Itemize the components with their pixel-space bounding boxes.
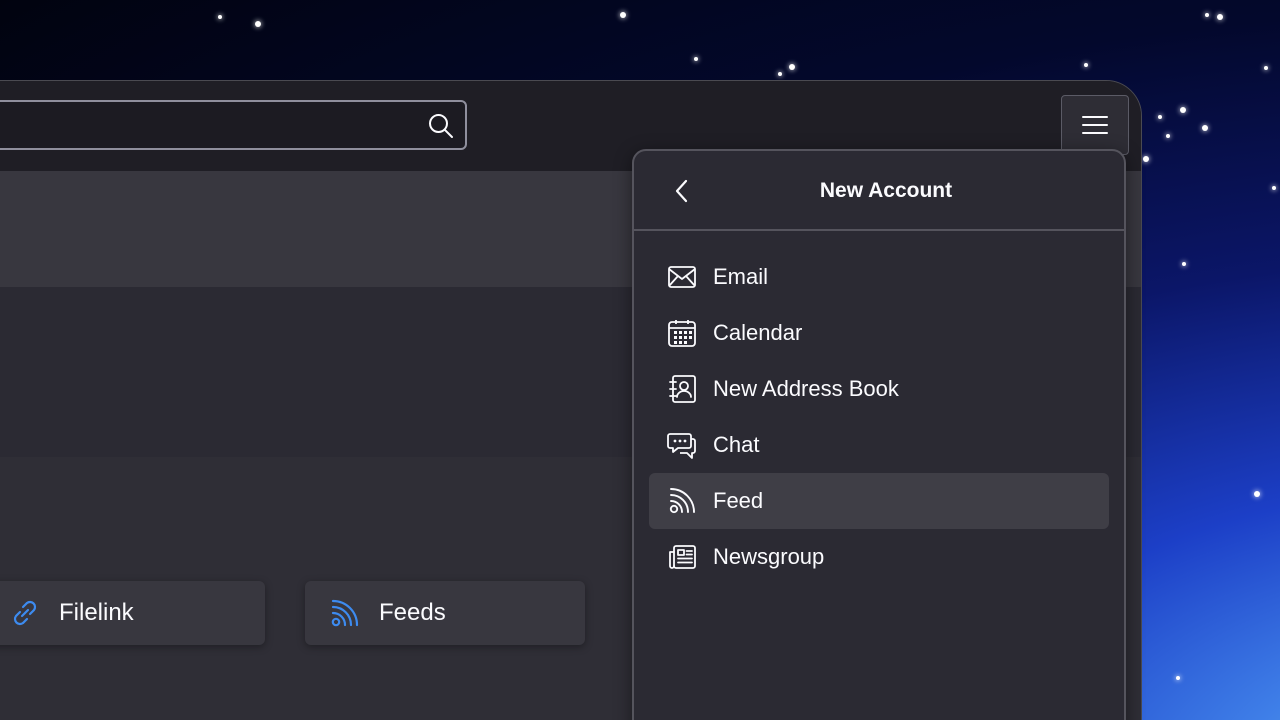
calendar-icon	[667, 318, 697, 348]
star	[1176, 676, 1180, 680]
star	[255, 21, 261, 27]
filelink-card[interactable]: Filelink	[0, 581, 265, 645]
menu-item-address-book[interactable]: New Address Book	[649, 361, 1109, 417]
star	[1166, 134, 1170, 138]
link-icon	[9, 597, 41, 629]
feeds-card[interactable]: Feeds	[305, 581, 585, 645]
star	[1143, 156, 1149, 162]
star	[1182, 262, 1186, 266]
newspaper-icon	[667, 542, 697, 572]
star	[1084, 63, 1088, 67]
menu-item-feed[interactable]: Feed	[649, 473, 1109, 529]
new-account-menu: Email Calendar New Address Book Chat Fee…	[634, 231, 1124, 585]
menu-item-newsgroup[interactable]: Newsgroup	[649, 529, 1109, 585]
star	[218, 15, 222, 19]
rss-icon	[329, 597, 361, 629]
address-book-icon	[667, 374, 697, 404]
star	[694, 57, 698, 61]
star	[1264, 66, 1268, 70]
panel-title: New Account	[819, 179, 953, 202]
star	[1180, 107, 1186, 113]
filelink-label: Filelink	[59, 599, 134, 626]
menu-item-label: Chat	[713, 432, 760, 457]
star	[1158, 115, 1162, 119]
star	[789, 64, 795, 70]
menu-item-label: New Address Book	[713, 376, 899, 401]
menu-item-calendar[interactable]: Calendar	[649, 305, 1109, 361]
chat-bubbles-icon	[667, 430, 697, 460]
menu-item-chat[interactable]: Chat	[649, 417, 1109, 473]
search-input[interactable]	[0, 100, 467, 150]
rss-icon	[667, 486, 697, 516]
app-menu-button[interactable]	[1061, 95, 1129, 155]
star	[620, 12, 626, 18]
new-account-panel: New Account Email Calendar New Address B…	[632, 149, 1126, 720]
menu-item-label: Feed	[713, 488, 764, 513]
star	[778, 72, 782, 76]
star	[1272, 186, 1276, 190]
star	[1202, 125, 1208, 131]
menu-item-label: Newsgroup	[713, 544, 825, 569]
star	[1217, 14, 1223, 20]
menu-item-label: Calendar	[713, 320, 803, 345]
panel-header: New Account	[634, 151, 1124, 231]
hamburger-menu-icon	[1082, 115, 1108, 135]
star	[1254, 491, 1260, 497]
feeds-label: Feeds	[379, 599, 446, 626]
envelope-icon	[667, 262, 697, 292]
star	[1205, 13, 1209, 17]
menu-item-label: Email	[713, 264, 769, 289]
search-icon[interactable]	[427, 112, 455, 140]
menu-item-email[interactable]: Email	[649, 249, 1109, 305]
